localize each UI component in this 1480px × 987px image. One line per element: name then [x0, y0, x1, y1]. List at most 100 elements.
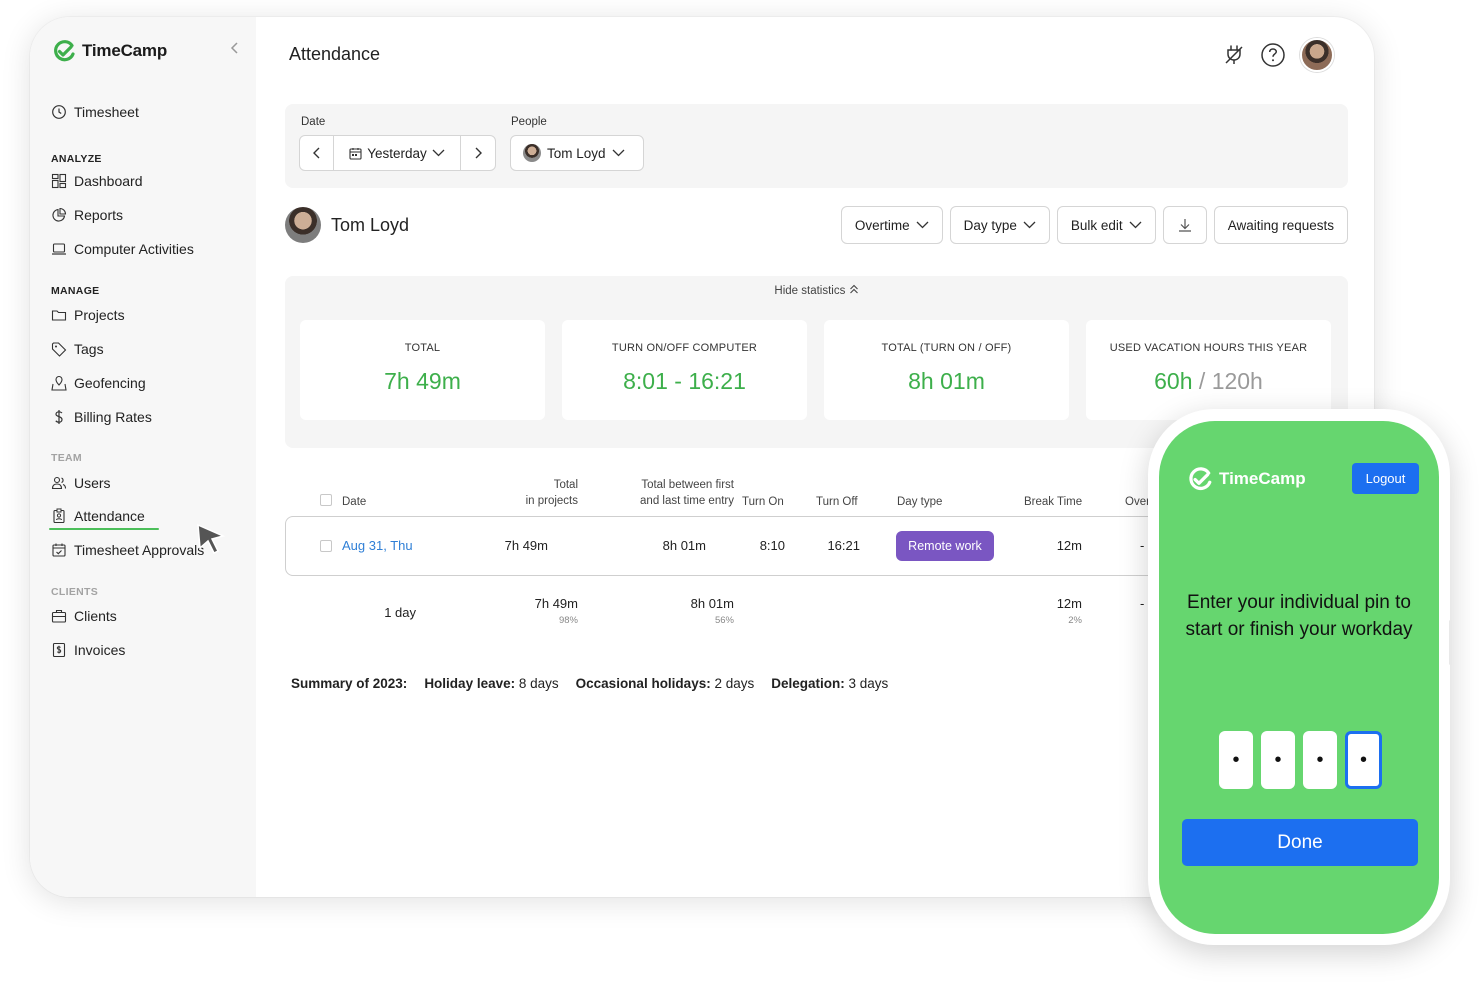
date-value: Yesterday: [367, 145, 427, 161]
sidebar-item-attendance[interactable]: Attendance: [51, 508, 145, 524]
sidebar-item-geofencing[interactable]: Geofencing: [51, 375, 146, 391]
sidebar-item-billing-rates[interactable]: Billing Rates: [51, 409, 152, 425]
laptop-icon: [52, 243, 66, 255]
col-header-day-type[interactable]: Day type: [897, 494, 942, 510]
sidebar-item-label: Computer Activities: [74, 241, 194, 257]
phone-mockup: TimeCamp Logout Enter your individual pi…: [1148, 409, 1450, 945]
table-header-checkbox[interactable]: [320, 494, 332, 511]
chevron-left-icon[interactable]: [228, 41, 242, 55]
bulk-edit-label: Bulk edit: [1070, 217, 1123, 233]
pin-digit[interactable]: •: [1303, 731, 1337, 789]
day-type-badge[interactable]: Remote work: [896, 531, 994, 561]
people-value: Tom Loyd: [547, 145, 606, 161]
selected-user: Tom Loyd: [285, 207, 409, 243]
totals-over: -: [1140, 596, 1145, 611]
sidebar-item-reports[interactable]: Reports: [51, 207, 123, 223]
sidebar-item-users[interactable]: Users: [51, 475, 111, 491]
hide-statistics-toggle[interactable]: Hide statistics: [285, 284, 1348, 297]
filter-panel: Date People Yesterday Tom Loyd: [285, 104, 1348, 188]
sidebar-item-invoices[interactable]: Invoices: [51, 642, 125, 658]
dashboard-icon: [51, 173, 67, 189]
logout-button[interactable]: Logout: [1352, 463, 1419, 494]
totals-total-projects-pct: 98%: [558, 615, 578, 626]
sidebar-item-computer-activities[interactable]: Computer Activities: [51, 241, 194, 257]
section-clients: CLIENTS: [51, 586, 99, 598]
sidebar-item-label: Clients: [74, 608, 117, 624]
stat-label: USED VACATION HOURS THIS YEAR: [1109, 342, 1308, 354]
pin-digit[interactable]: •: [1261, 731, 1295, 789]
stat-card-total-turn-on-off: TOTAL (TURN ON / OFF) 8h 01m: [824, 320, 1069, 420]
row-checkbox[interactable]: [320, 540, 332, 552]
sidebar-item-label: Timesheet Approvals: [74, 542, 205, 558]
sidebar-item-label: Dashboard: [74, 173, 143, 189]
sidebar-item-tags[interactable]: Tags: [51, 341, 104, 357]
bulk-edit-dropdown[interactable]: Bulk edit: [1056, 206, 1156, 244]
previous-date-button[interactable]: [300, 136, 334, 170]
help-icon[interactable]: [1260, 42, 1286, 68]
chevron-right-icon: [475, 147, 482, 159]
mouse-cursor-icon: [197, 523, 226, 555]
day-type-dropdown[interactable]: Day type: [949, 206, 1050, 244]
col-header-turn-on[interactable]: Turn On: [742, 494, 784, 510]
sidebar: TimeCamp Timesheet ANALYZE Dashboard Rep…: [30, 17, 256, 897]
col-header-turn-off[interactable]: Turn Off: [816, 494, 858, 510]
dollar-icon: [55, 410, 63, 424]
select-all-checkbox[interactable]: [320, 494, 332, 506]
stat-card-vacation: USED VACATION HOURS THIS YEAR 60h / 120h: [1086, 320, 1331, 420]
row-break-time: 12m: [1056, 538, 1082, 553]
sidebar-item-clients[interactable]: Clients: [51, 608, 117, 624]
chevron-down-icon: [1129, 221, 1142, 229]
sidebar-item-label: Billing Rates: [74, 409, 152, 425]
brand-logo[interactable]: TimeCamp: [52, 39, 167, 63]
totals-break-pct: 2%: [1068, 615, 1082, 626]
col-header-over[interactable]: Over: [1125, 494, 1150, 510]
summary-holiday-value: 8 days: [518, 676, 559, 691]
user-avatar[interactable]: [1300, 38, 1334, 72]
stat-value: 8:01 - 16:21: [623, 368, 746, 394]
folder-icon: [51, 310, 67, 321]
plugin-off-icon[interactable]: [1222, 43, 1246, 67]
phone-screen: TimeCamp Logout Enter your individual pi…: [1159, 421, 1439, 934]
date-dropdown[interactable]: Yesterday: [334, 136, 461, 170]
timecamp-logo-icon: [54, 40, 75, 62]
download-icon: [1178, 219, 1191, 232]
col-header-between[interactable]: Total between first and last time entry: [594, 477, 734, 509]
header-line: and last time entry: [640, 495, 734, 507]
badge-icon: [53, 508, 65, 524]
totals-break-time: 12m: [1056, 596, 1082, 611]
summary-delegation-label: Delegation:: [771, 676, 845, 691]
done-button[interactable]: Done: [1182, 819, 1418, 866]
phone-side-button: [1449, 620, 1452, 665]
col-header-total-projects[interactable]: Total in projects: [478, 477, 578, 509]
pie-chart-icon: [52, 207, 67, 222]
vacation-separator: /: [1198, 368, 1206, 394]
row-date-link[interactable]: Aug 31, Thu: [342, 538, 413, 553]
overtime-dropdown[interactable]: Overtime: [840, 206, 943, 244]
pin-instructions: Enter your individual pin to start or fi…: [1185, 592, 1413, 640]
row-turn-on: 8:10: [759, 538, 785, 553]
col-header-date[interactable]: Date: [342, 494, 366, 510]
people-dropdown[interactable]: Tom Loyd: [510, 135, 644, 171]
pin-digit[interactable]: •: [1219, 731, 1253, 789]
sidebar-item-timesheet-approvals[interactable]: Timesheet Approvals: [51, 542, 204, 558]
download-button[interactable]: [1162, 206, 1207, 244]
pin-input[interactable]: • • • •: [1219, 731, 1382, 789]
awaiting-requests-label: Awaiting requests: [1227, 217, 1334, 233]
next-date-button[interactable]: [461, 136, 495, 170]
brand-name: TimeCamp: [82, 41, 168, 60]
table-row[interactable]: Aug 31, Thu 7h 49m 8h 01m 8:10 16:21 Rem…: [285, 516, 1285, 576]
col-header-break-time[interactable]: Break Time: [1024, 494, 1082, 510]
sidebar-item-label: Timesheet: [74, 104, 139, 120]
sidebar-item-timesheet[interactable]: Timesheet: [51, 104, 139, 120]
invoice-icon: [52, 642, 66, 658]
awaiting-requests-button[interactable]: Awaiting requests: [1213, 206, 1348, 244]
sidebar-item-projects[interactable]: Projects: [51, 307, 125, 323]
users-icon: [51, 476, 67, 490]
pin-digit-active[interactable]: •: [1345, 731, 1382, 789]
sidebar-item-dashboard[interactable]: Dashboard: [51, 173, 143, 189]
overtime-label: Overtime: [854, 217, 910, 233]
year-summary: Summary of 2023: Holiday leave: 8 days O…: [291, 676, 888, 691]
sidebar-item-label: Tags: [74, 341, 104, 357]
day-type-label: Day type: [963, 217, 1017, 233]
stat-label: TOTAL: [404, 342, 441, 354]
